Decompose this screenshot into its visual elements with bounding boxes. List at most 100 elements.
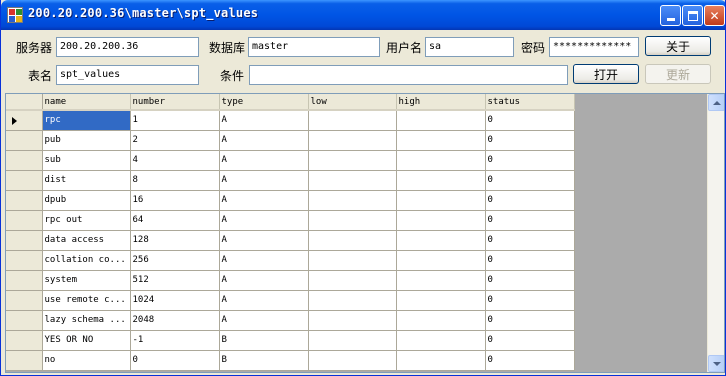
table-row[interactable]: no 0 B 0 [6,350,575,371]
cell-high[interactable] [396,150,486,171]
cell-name[interactable]: lazy schema ... [42,310,131,331]
cell-low[interactable] [308,270,397,291]
cell-low[interactable] [308,150,397,171]
data-grid[interactable]: name number type low high status rpc 1 A 0 p… [5,93,725,373]
cell-low[interactable] [308,350,397,371]
cell-high[interactable] [396,110,486,131]
cell-low[interactable] [308,310,397,331]
cell-name[interactable]: rpc out [42,210,131,231]
cell-high[interactable] [396,290,486,311]
cell-type[interactable]: A [219,190,309,211]
cell-number[interactable]: 1 [130,110,220,131]
cell-status[interactable]: 0 [485,110,575,131]
cell-type[interactable]: A [219,150,309,171]
cell-number[interactable]: 2048 [130,310,220,331]
cell-type[interactable]: A [219,110,309,131]
maximize-button[interactable] [682,5,703,26]
cell-name[interactable]: use remote c... [42,290,131,311]
cell-low[interactable] [308,170,397,191]
row-header[interactable] [6,130,43,151]
column-header-name[interactable]: name [42,94,131,111]
cell-high[interactable] [396,170,486,191]
cell-name[interactable]: system [42,270,131,291]
cell-status[interactable]: 0 [485,190,575,211]
cell-name[interactable]: dpub [42,190,131,211]
cell-high[interactable] [396,270,486,291]
cell-high[interactable] [396,210,486,231]
cell-high[interactable] [396,330,486,351]
column-header-high[interactable]: high [396,94,486,111]
cell-number[interactable]: 0 [130,350,220,371]
vertical-scrollbar[interactable] [707,94,724,372]
table-row[interactable]: system 512 A 0 [6,270,575,291]
cell-low[interactable] [308,110,397,131]
open-button[interactable]: 打开 [573,64,639,84]
scroll-down-button[interactable] [708,355,724,372]
row-header[interactable] [6,350,43,371]
cell-status[interactable]: 0 [485,250,575,271]
cell-number[interactable]: -1 [130,330,220,351]
table-row[interactable]: rpc 1 A 0 [6,110,575,131]
table-row[interactable]: use remote c... 1024 A 0 [6,290,575,311]
table-row[interactable]: pub 2 A 0 [6,130,575,151]
password-input[interactable]: ************* [549,37,639,57]
cell-name[interactable]: no [42,350,131,371]
cell-number[interactable]: 2 [130,130,220,151]
condition-input[interactable] [249,65,568,85]
cell-status[interactable]: 0 [485,310,575,331]
cell-high[interactable] [396,130,486,151]
row-header[interactable] [6,310,43,331]
cell-type[interactable]: A [219,210,309,231]
table-row[interactable]: dist 8 A 0 [6,170,575,191]
cell-status[interactable]: 0 [485,350,575,371]
cell-type[interactable]: B [219,330,309,351]
cell-low[interactable] [308,250,397,271]
row-header[interactable] [6,230,43,251]
cell-high[interactable] [396,350,486,371]
database-input[interactable]: master [248,37,380,57]
cell-high[interactable] [396,250,486,271]
cell-name[interactable]: collation co... [42,250,131,271]
cell-low[interactable] [308,330,397,351]
column-header-type[interactable]: type [219,94,309,111]
cell-type[interactable]: A [219,250,309,271]
cell-number[interactable]: 8 [130,170,220,191]
row-header[interactable] [6,330,43,351]
scroll-up-button[interactable] [708,94,724,111]
update-button[interactable]: 更新 [645,64,711,84]
cell-low[interactable] [308,290,397,311]
cell-status[interactable]: 0 [485,230,575,251]
cell-status[interactable]: 0 [485,290,575,311]
cell-status[interactable]: 0 [485,130,575,151]
table-row[interactable]: data access 128 A 0 [6,230,575,251]
row-header[interactable] [6,190,43,211]
minimize-button[interactable] [660,5,681,26]
cell-high[interactable] [396,190,486,211]
about-button[interactable]: 关于 [645,36,711,56]
row-header[interactable] [6,170,43,191]
cell-low[interactable] [308,190,397,211]
cell-name[interactable]: data access [42,230,131,251]
table-row[interactable]: lazy schema ... 2048 A 0 [6,310,575,331]
cell-status[interactable]: 0 [485,270,575,291]
cell-type[interactable]: A [219,230,309,251]
cell-status[interactable]: 0 [485,210,575,231]
row-header[interactable] [6,150,43,171]
cell-status[interactable]: 0 [485,330,575,351]
cell-name[interactable]: sub [42,150,131,171]
cell-number[interactable]: 64 [130,210,220,231]
cell-name[interactable]: pub [42,130,131,151]
row-header[interactable] [6,210,43,231]
table-row[interactable]: rpc out 64 A 0 [6,210,575,231]
cell-number[interactable]: 128 [130,230,220,251]
row-header[interactable] [6,270,43,291]
column-header-number[interactable]: number [130,94,220,111]
table-input[interactable]: spt_values [56,65,199,85]
row-header[interactable] [6,250,43,271]
cell-type[interactable]: A [219,270,309,291]
cell-type[interactable]: B [219,350,309,371]
table-row[interactable]: YES OR NO -1 B 0 [6,330,575,351]
cell-number[interactable]: 512 [130,270,220,291]
cell-status[interactable]: 0 [485,170,575,191]
cell-type[interactable]: A [219,290,309,311]
